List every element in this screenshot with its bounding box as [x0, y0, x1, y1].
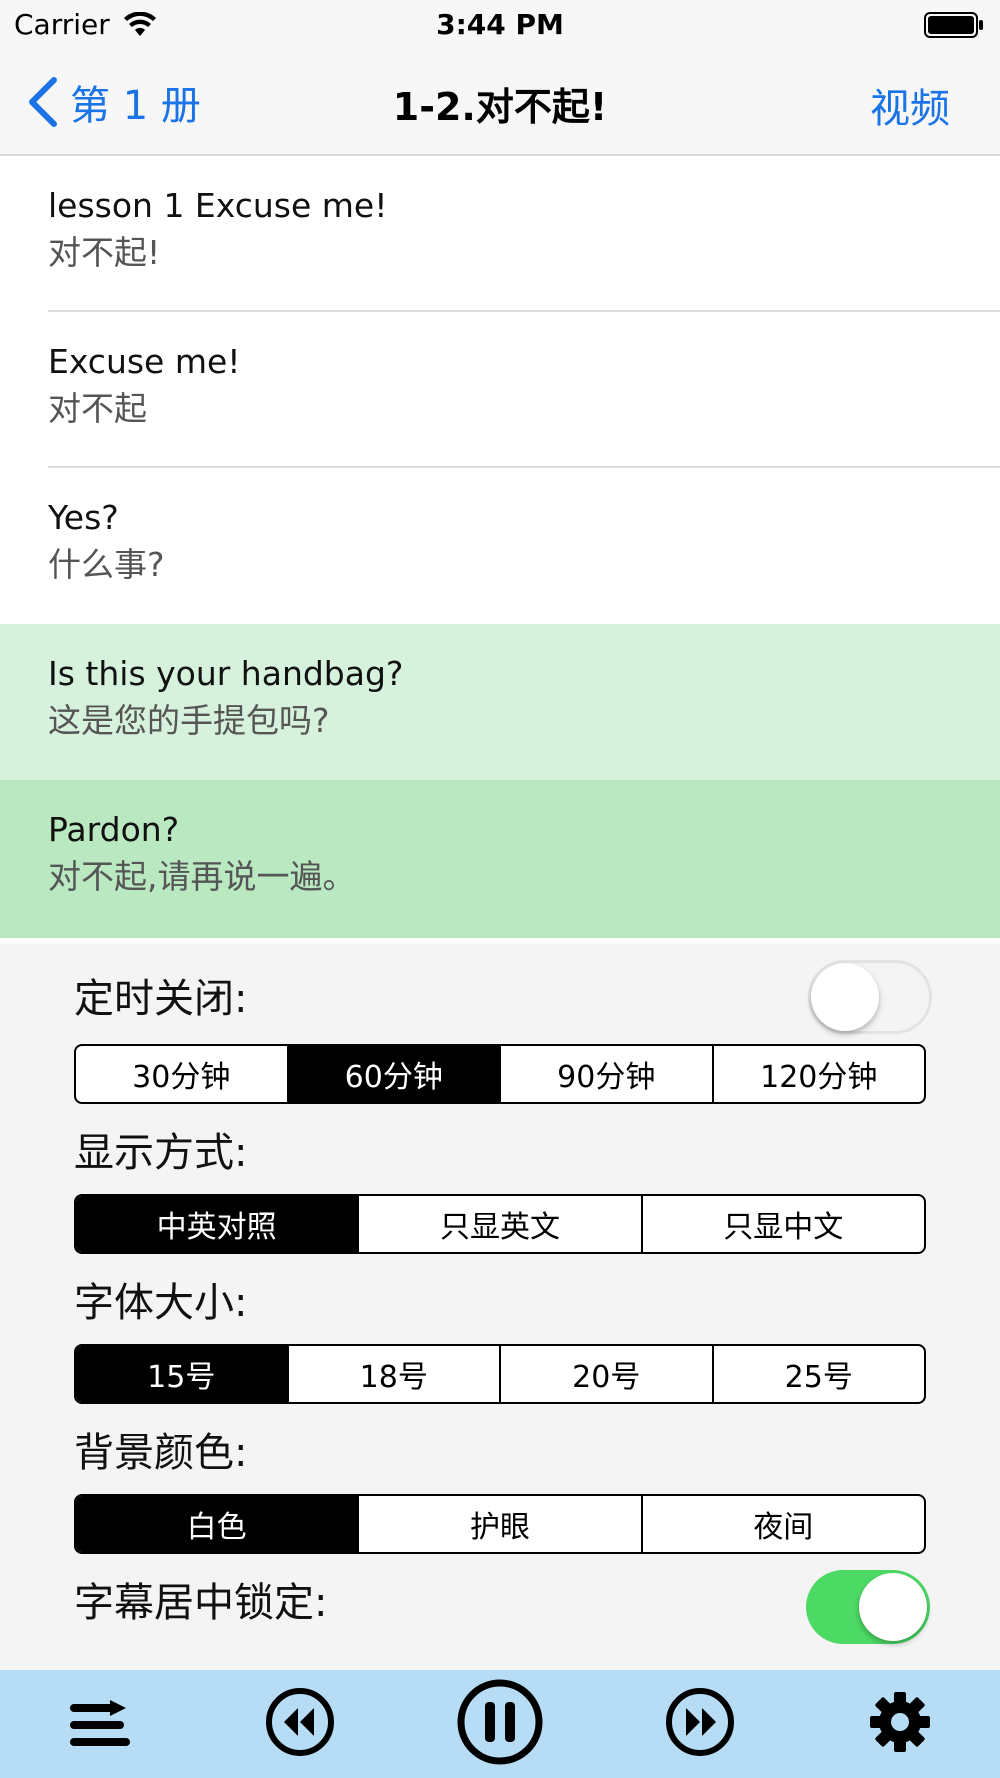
background-color-segmented-control: 白色 护眼 夜间 [74, 1494, 926, 1554]
subtitle-lock-toggle[interactable] [806, 1570, 930, 1644]
background-option-eye-care[interactable]: 护眼 [357, 1496, 640, 1552]
display-mode-segmented-control: 中英对照 只显英文 只显中文 [74, 1194, 926, 1254]
timer-option-60[interactable]: 60分钟 [286, 1046, 499, 1102]
settings-panel: 定时关闭: 30分钟 60分钟 90分钟 120分钟 显示方式: 中英对照 只显… [0, 944, 1000, 1670]
toggle-knob [859, 1573, 927, 1641]
font-size-option-25[interactable]: 25号 [711, 1346, 925, 1402]
pause-icon[interactable] [456, 1678, 544, 1766]
display-option-bilingual[interactable]: 中英对照 [76, 1196, 358, 1252]
next-icon[interactable] [664, 1686, 736, 1758]
line-english: lesson 1 Excuse me! [48, 186, 388, 225]
font-size-label: 字体大小: [74, 1280, 248, 1326]
font-size-option-20[interactable]: 20号 [499, 1346, 712, 1402]
background-option-night[interactable]: 夜间 [640, 1496, 924, 1552]
lesson-line[interactable]: Excuse me! 对不起 [0, 312, 1000, 468]
playback-toolbar [0, 1670, 1000, 1778]
line-english: Is this your handbag? [48, 654, 404, 693]
line-chinese: 什么事? [48, 545, 165, 584]
font-size-option-15[interactable]: 15号 [76, 1346, 287, 1402]
page-title: 1-2.对不起! [392, 85, 608, 129]
font-size-segmented-control: 15号 18号 20号 25号 [74, 1344, 926, 1404]
video-button[interactable]: 视频 [870, 76, 950, 134]
line-english: Excuse me! [48, 342, 241, 381]
lesson-line-current[interactable]: Pardon? 对不起,请再说一遍。 [0, 780, 1000, 938]
timer-toggle[interactable] [808, 960, 932, 1034]
settings-gear-icon[interactable] [868, 1690, 932, 1754]
status-bar: Carrier 3:44 PM [0, 0, 1000, 50]
lesson-line[interactable]: lesson 1 Excuse me! 对不起! [0, 156, 1000, 312]
timer-option-90[interactable]: 90分钟 [499, 1046, 712, 1102]
lesson-line[interactable]: Yes? 什么事? [0, 468, 1000, 624]
previous-icon[interactable] [264, 1686, 336, 1758]
line-chinese: 对不起,请再说一遍。 [48, 857, 356, 896]
lesson-line-highlighted[interactable]: Is this your handbag? 这是您的手提包吗? [0, 624, 1000, 780]
line-chinese: 对不起 [48, 389, 147, 428]
display-option-english-only[interactable]: 只显英文 [357, 1196, 640, 1252]
background-option-white[interactable]: 白色 [76, 1496, 358, 1552]
line-chinese: 这是您的手提包吗? [48, 701, 330, 740]
timer-option-120[interactable]: 120分钟 [711, 1046, 925, 1102]
toggle-knob [811, 963, 879, 1031]
background-color-label: 背景颜色: [74, 1430, 248, 1476]
subtitle-lock-label: 字幕居中锁定: [74, 1580, 328, 1626]
lesson-line-list: lesson 1 Excuse me! 对不起! Excuse me! 对不起 … [0, 156, 1000, 938]
line-english: Yes? [48, 498, 119, 537]
battery-icon [924, 12, 983, 38]
timer-label: 定时关闭: [74, 976, 248, 1022]
playlist-icon[interactable] [70, 1698, 130, 1752]
font-size-option-18[interactable]: 18号 [286, 1346, 500, 1402]
line-chinese: 对不起! [48, 233, 161, 272]
display-mode-label: 显示方式: [74, 1130, 248, 1176]
line-english: Pardon? [48, 810, 180, 849]
timer-option-30[interactable]: 30分钟 [76, 1046, 287, 1102]
clock: 3:44 PM [436, 8, 564, 41]
display-option-chinese-only[interactable]: 只显中文 [640, 1196, 924, 1252]
navigation-bar: 第 1 册 1-2.对不起! 视频 [0, 50, 1000, 156]
timer-segmented-control: 30分钟 60分钟 90分钟 120分钟 [74, 1044, 926, 1104]
